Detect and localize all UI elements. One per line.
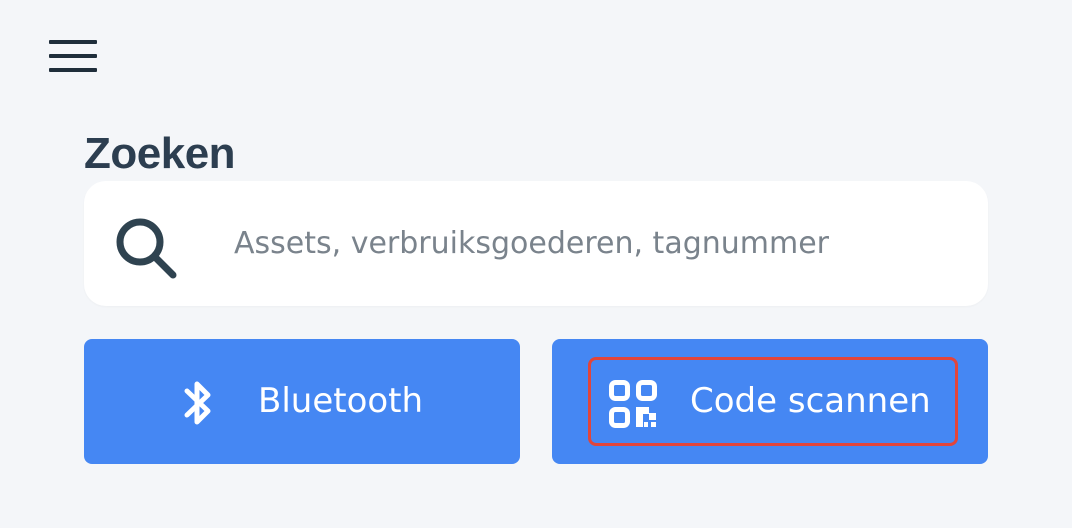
bluetooth-button-label: Bluetooth bbox=[258, 381, 424, 421]
qr-code-icon bbox=[609, 380, 657, 428]
code-scan-button[interactable]: Code scannen bbox=[552, 339, 988, 464]
hamburger-menu-icon bbox=[49, 40, 97, 72]
bluetooth-button[interactable]: Bluetooth bbox=[84, 339, 520, 464]
search-input[interactable] bbox=[234, 213, 964, 273]
bluetooth-icon bbox=[184, 381, 211, 425]
search-icon bbox=[116, 218, 177, 279]
menu-button[interactable] bbox=[44, 30, 104, 80]
code-scan-button-label: Code scannen bbox=[690, 381, 931, 421]
search-box[interactable] bbox=[84, 181, 988, 306]
search-section-title: Zoeken bbox=[84, 129, 236, 178]
